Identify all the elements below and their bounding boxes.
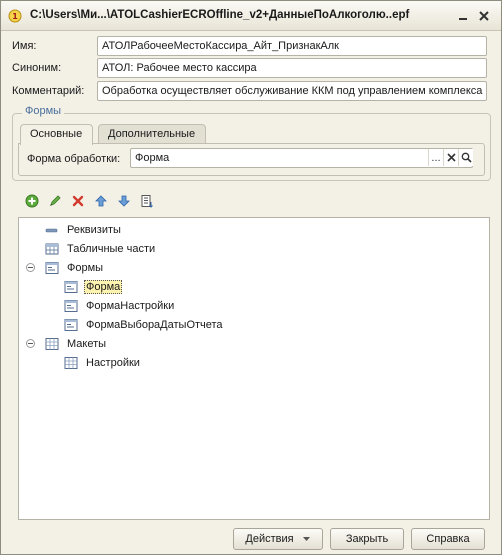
tabular-sections-icon <box>45 242 59 256</box>
title-bar[interactable]: 1 C:\Users\Ми...\ATOLCashierECROffline_v… <box>1 1 501 31</box>
move-down-icon <box>118 195 130 207</box>
tree-item-label: Форма <box>84 280 123 294</box>
add-icon <box>25 194 39 208</box>
close-button[interactable]: Закрыть <box>330 528 404 550</box>
tree-item-report-date-form[interactable]: ФормаВыбораДатыОтчета <box>64 316 225 334</box>
processing-editor-window: 1 C:\Users\Ми...\ATOLCashierECROffline_v… <box>0 0 502 555</box>
svg-text:1: 1 <box>12 12 18 21</box>
window-title: C:\Users\Ми...\ATOLCashierECROffline_v2+… <box>30 9 410 21</box>
tree-item-settings-template[interactable]: Настройки <box>64 354 142 372</box>
comment-input[interactable]: Обработка осуществляет обслуживание ККМ … <box>97 81 487 101</box>
move-up-button[interactable] <box>92 192 110 210</box>
move-down-button[interactable] <box>115 192 133 210</box>
dropdown-arrow-icon <box>302 537 310 541</box>
help-button[interactable]: Справка <box>411 528 485 550</box>
actions-button[interactable]: Действия <box>233 528 323 550</box>
name-input[interactable]: АТОЛРабочееМестоКассира_Айт_ПризнакАлк <box>97 36 487 56</box>
sort-button[interactable] <box>138 192 156 210</box>
form-icon <box>64 318 78 332</box>
clear-button[interactable] <box>443 149 458 166</box>
add-button[interactable] <box>23 192 41 210</box>
synonym-input[interactable]: АТОЛ: Рабочее место кассира <box>97 58 487 78</box>
tree-item-label: ФормаНастройки <box>86 300 175 312</box>
template-icon <box>64 356 78 370</box>
attributes-icon <box>45 223 59 237</box>
name-label: Имя: <box>12 40 37 52</box>
tree-item-label: Настройки <box>86 357 140 369</box>
tree-item-settings-form[interactable]: ФормаНастройки <box>64 297 176 315</box>
tree-item-label: ФормаВыбораДатыОтчета <box>86 319 223 331</box>
clear-icon <box>446 153 456 162</box>
move-up-icon <box>95 195 107 207</box>
templates-icon <box>45 337 59 351</box>
structure-tree: Реквизиты Табличные части Формы Форма Фо… <box>18 217 490 520</box>
edit-button[interactable] <box>46 192 64 210</box>
tree-item-form[interactable]: Форма <box>64 278 123 296</box>
sort-icon <box>141 195 153 208</box>
close-window-button[interactable] <box>476 8 492 24</box>
open-button[interactable] <box>458 149 473 166</box>
form-icon <box>64 299 78 313</box>
comment-label: Комментарий: <box>12 85 85 97</box>
select-button[interactable]: ... <box>428 149 443 166</box>
edit-icon <box>50 195 61 206</box>
processing-form-input[interactable]: Форма <box>130 148 473 168</box>
tree-item-label: Формы <box>67 262 104 274</box>
delete-icon <box>72 195 84 207</box>
processing-form-label: Форма обработки: <box>27 153 121 165</box>
synonym-label: Синоним: <box>12 62 62 74</box>
forms-icon <box>45 261 59 275</box>
collapse-forms-toggle[interactable] <box>26 263 35 272</box>
app-1c-icon: 1 <box>8 9 22 23</box>
tree-item-templates[interactable]: Макеты <box>45 335 108 353</box>
collapse-templates-toggle[interactable] <box>26 339 35 348</box>
tab-additional[interactable]: Дополнительные <box>98 124 206 144</box>
tree-item-attributes[interactable]: Реквизиты <box>45 221 123 239</box>
tree-item-forms[interactable]: Формы <box>45 259 105 277</box>
tab-main[interactable]: Основные <box>20 124 93 145</box>
delete-button[interactable] <box>69 192 87 210</box>
form-icon <box>64 280 78 294</box>
magnifier-icon <box>461 152 472 163</box>
forms-group-legend: Формы <box>22 105 65 117</box>
tree-item-label: Табличные части <box>67 243 156 255</box>
tree-item-label: Реквизиты <box>67 224 121 236</box>
tree-item-label: Макеты <box>67 338 107 350</box>
minimize-button[interactable] <box>455 8 471 24</box>
tree-item-tabular-sections[interactable]: Табличные части <box>45 240 157 258</box>
actions-button-label: Действия <box>245 533 294 545</box>
